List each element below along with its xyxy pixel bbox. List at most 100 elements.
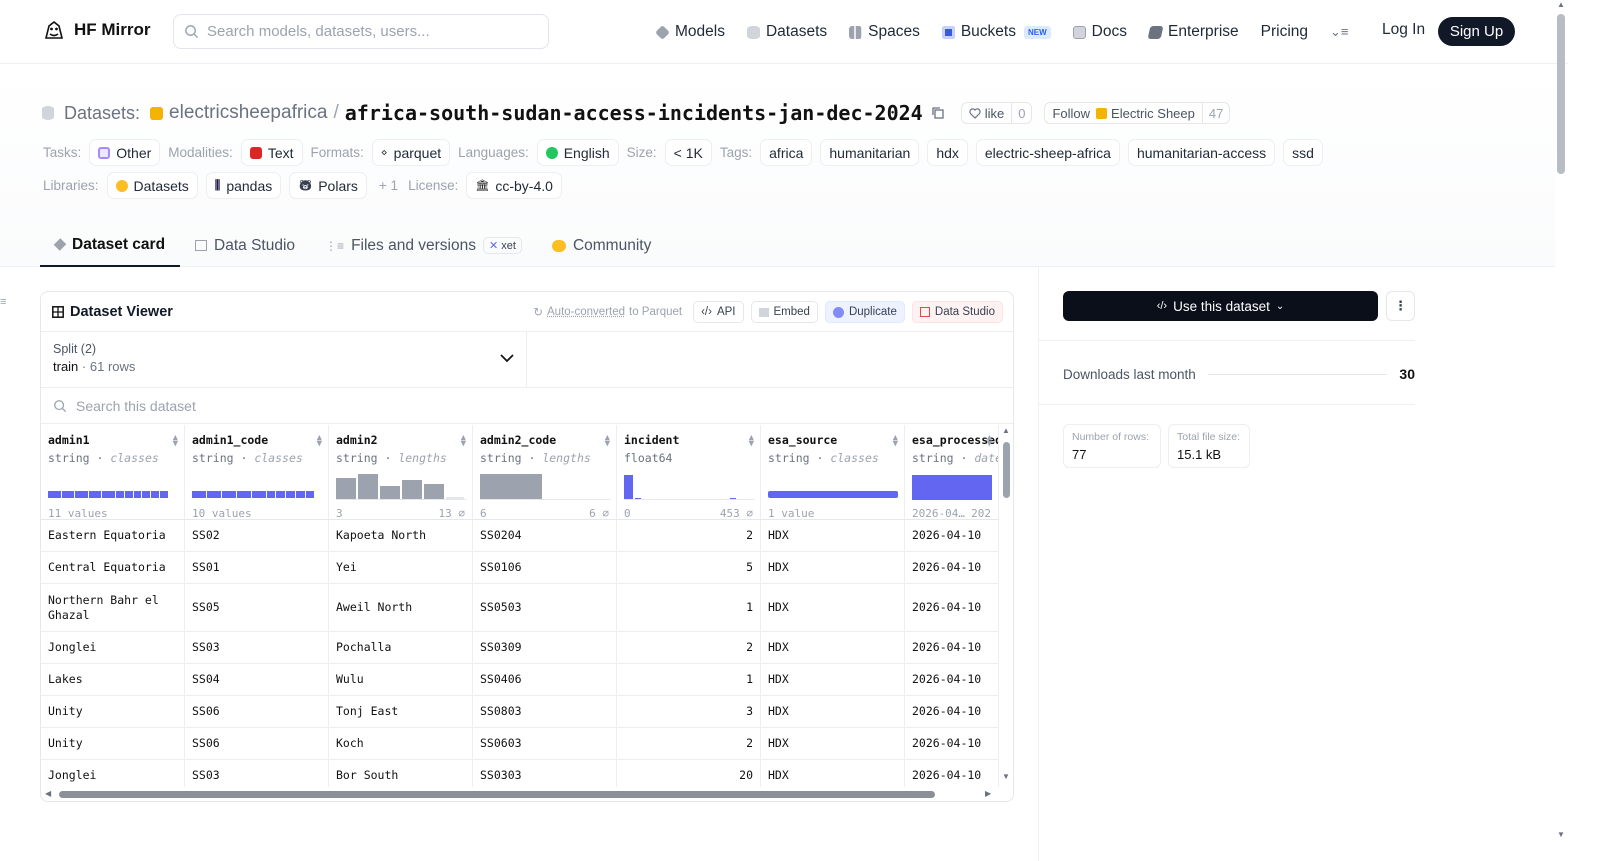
split-selector[interactable]: Split (2) train · 61 rows: [41, 332, 527, 387]
column-distribution-chart[interactable]: [624, 472, 754, 500]
tab-community[interactable]: Community: [537, 224, 666, 267]
follow-button[interactable]: Follow Electric Sheep 47: [1044, 102, 1231, 124]
tag-africa[interactable]: africa: [760, 139, 813, 166]
tag-hdx[interactable]: hdx: [927, 139, 968, 166]
library-datasets[interactable]: Datasets: [106, 172, 198, 199]
like-button[interactable]: like 0: [960, 102, 1033, 124]
format-tag[interactable]: ⋄ parquet: [371, 139, 451, 166]
more-menu-icon[interactable]: ⌄≡: [1330, 24, 1348, 40]
embed-button[interactable]: Embed: [750, 301, 818, 323]
table-cell-admin1-code: SS02: [185, 520, 329, 551]
nav-spaces[interactable]: Spaces: [849, 23, 920, 41]
table-row[interactable]: Lakes SS04 Wulu SS0406 1 HDX 2026-04-10: [41, 664, 999, 696]
table-row[interactable]: Unity SS06 Koch SS0603 2 HDX 2026-04-10: [41, 728, 999, 760]
library-polars[interactable]: 🐻︎ Polars: [289, 172, 367, 199]
owner-link[interactable]: electricsheepafrica: [169, 102, 327, 124]
class-segment: [151, 491, 160, 498]
brand-logo[interactable]: HF Mirror: [42, 18, 151, 42]
nav-pricing[interactable]: Pricing: [1261, 23, 1308, 41]
library-pandas[interactable]: ⫼ pandas: [205, 172, 282, 199]
page-scroll-down-icon[interactable]: ▼: [1557, 830, 1565, 839]
table-horizontal-scrollbar[interactable]: ◀ ▶: [41, 788, 1013, 801]
tab-data-studio[interactable]: Data Studio: [180, 224, 310, 267]
column-header-incident[interactable]: incident float64 ▲ ▼ 0 453 ⌀: [617, 425, 761, 520]
column-distribution-chart[interactable]: [912, 472, 992, 500]
table-row[interactable]: Jonglei SS03 Bor South SS0303 20 HDX 2026-04-1…: [41, 760, 999, 787]
data-studio-button[interactable]: Data Studio: [911, 301, 1003, 323]
column-type-label: string: [912, 451, 954, 465]
page-scroll-up-icon[interactable]: ▲: [1557, 0, 1565, 9]
table-row[interactable]: Northern Bahr el Ghazal SS05 Aweil North SS…: [41, 584, 999, 632]
tab-dataset-card[interactable]: Dataset card: [40, 224, 181, 267]
sort-icon[interactable]: ▲ ▼: [749, 434, 754, 449]
column-distribution-chart[interactable]: [336, 472, 466, 500]
copy-icon[interactable]: [931, 106, 945, 120]
column-header-esa-processed[interactable]: esa_processedstring · date ▲▼ 2026-04… 202: [905, 425, 999, 520]
language-tag[interactable]: English: [536, 139, 619, 166]
scroll-down-icon[interactable]: ▼: [1002, 772, 1010, 781]
page-scroll-thumb[interactable]: [1557, 14, 1565, 174]
global-search-input[interactable]: Search models, datasets, users...: [173, 14, 549, 49]
class-segment: [48, 491, 61, 498]
size-tag[interactable]: < 1K: [664, 139, 712, 166]
side-menu-icon[interactable]: ≡: [0, 296, 10, 308]
tab-files[interactable]: ⋮≡ Files and versions ✕ xet: [310, 224, 537, 267]
column-header-admin2[interactable]: admin2 string · lengths ▲ ▼ 3 13 ⌀: [329, 425, 473, 520]
column-header-admin2-code[interactable]: admin2_code string · lengths ▲ ▼ 6 6 ⌀: [473, 425, 617, 520]
use-dataset-button[interactable]: ‹/› Use this dataset ⌄: [1063, 291, 1378, 321]
more-options-icon[interactable]: ⋮: [1386, 291, 1415, 321]
nav-enterprise[interactable]: Enterprise: [1147, 23, 1239, 41]
table-vertical-scrollbar[interactable]: ▲ ▼: [1000, 426, 1013, 782]
table-vscroll-thumb[interactable]: [1003, 442, 1010, 498]
tag-humanitarian[interactable]: humanitarian: [820, 139, 920, 166]
sort-icon[interactable]: ▲ ▼: [317, 434, 322, 449]
dataset-search-input[interactable]: Search this dataset: [41, 388, 1013, 424]
scroll-left-icon[interactable]: ◀: [45, 789, 51, 798]
table-row[interactable]: Eastern Equatoria SS02 Kapoeta North SS0204…: [41, 520, 999, 552]
duplicate-button[interactable]: Duplicate: [824, 301, 905, 323]
table-cell-admin2-code: SS0309: [473, 632, 617, 663]
sort-icon[interactable]: ▲ ▼: [987, 434, 992, 449]
scroll-up-icon[interactable]: ▲: [1002, 426, 1010, 435]
tag-ssd[interactable]: ssd: [1283, 139, 1323, 166]
tab-community-label: Community: [572, 236, 652, 254]
tag-electric-sheep-africa[interactable]: electric-sheep-africa: [975, 139, 1120, 166]
sort-icon[interactable]: ▲ ▼: [461, 434, 466, 449]
sort-icon[interactable]: ▲ ▼: [173, 434, 178, 449]
table-row[interactable]: Jonglei SS03 Pochalla SS0309 2 HDX 2026-04-10: [41, 632, 999, 664]
signup-button[interactable]: Sign Up: [1438, 17, 1515, 46]
column-distribution-chart[interactable]: [48, 472, 178, 500]
format-tag-label: parquet: [393, 144, 442, 161]
sort-icon[interactable]: ▲ ▼: [893, 434, 898, 449]
xet-badge-label: xet: [501, 240, 516, 252]
column-header-esa-source[interactable]: esa_source string · classes ▲ ▼ 1 value: [761, 425, 905, 520]
api-button[interactable]: ‹/› API: [693, 301, 744, 323]
nav-docs[interactable]: Docs: [1072, 23, 1127, 41]
sort-icon[interactable]: ▲ ▼: [605, 434, 610, 449]
column-header-admin1-code[interactable]: admin1_code string · classes ▲ ▼ 10 values: [185, 425, 329, 520]
column-header-admin1[interactable]: admin1 string · classes ▲ ▼ 11 values: [41, 425, 185, 520]
libraries-more[interactable]: + 1: [379, 178, 398, 193]
license-tag[interactable]: 🏛︎ cc-by-4.0: [466, 172, 562, 199]
nav-datasets[interactable]: Datasets: [746, 23, 827, 41]
class-segment: [295, 491, 305, 498]
auto-converted-link[interactable]: Auto-converted: [547, 306, 625, 318]
table-hscroll-thumb[interactable]: [59, 791, 935, 798]
table-cell-admin2: Wulu: [329, 664, 473, 695]
task-tag[interactable]: Other: [89, 139, 161, 166]
login-link[interactable]: Log In: [1382, 21, 1425, 39]
dataset-name[interactable]: africa-south-sudan-access-incidents-jan-…: [345, 101, 923, 125]
tag-humanitarian-access[interactable]: humanitarian-access: [1127, 139, 1276, 166]
page-scrollbar[interactable]: ▲ ▼: [1555, 0, 1568, 861]
nav-models[interactable]: Models: [655, 23, 725, 41]
column-distribution-chart[interactable]: [480, 472, 610, 500]
nav-buckets[interactable]: Buckets NEW: [941, 23, 1051, 41]
table-cell-incident: 1: [617, 664, 761, 695]
column-distribution-chart[interactable]: [192, 472, 322, 500]
table-row[interactable]: Central Equatoria SS01 Yei SS0106 5 HDX 2026-0…: [41, 552, 999, 584]
table-row[interactable]: Unity SS06 Tonj East SS0803 3 HDX 2026-04-10: [41, 696, 999, 728]
scroll-right-icon[interactable]: ▶: [985, 789, 991, 798]
column-distribution-chart[interactable]: [768, 472, 898, 500]
modality-tag[interactable]: Text: [240, 139, 303, 166]
pandas-icon: ⫼: [214, 178, 221, 192]
